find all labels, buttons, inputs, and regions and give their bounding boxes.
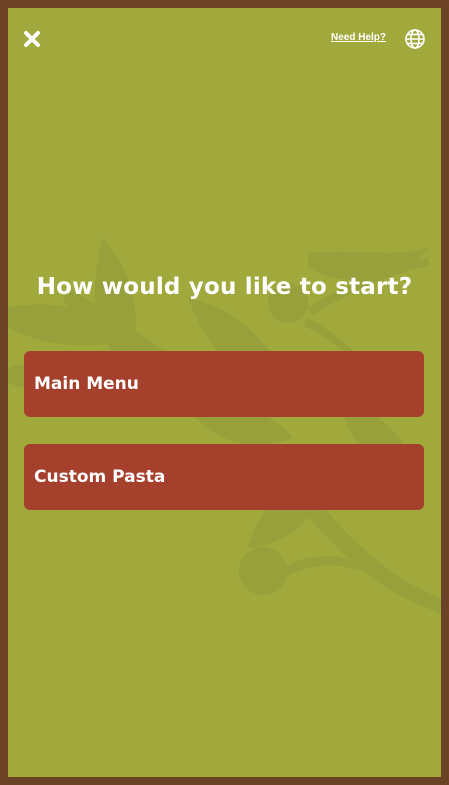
close-x-icon — [24, 31, 40, 47]
need-help-link[interactable]: Need Help? — [331, 32, 386, 43]
kiosk-screen: Need Help? How would you like to start? … — [8, 8, 441, 777]
main-menu-button[interactable]: Main Menu — [24, 351, 424, 417]
main-menu-label: Main Menu — [34, 374, 139, 394]
page-title: How would you like to start? — [36, 274, 413, 300]
custom-pasta-button[interactable]: Custom Pasta — [24, 444, 424, 510]
custom-pasta-label: Custom Pasta — [34, 467, 166, 487]
language-button[interactable] — [404, 28, 426, 50]
globe-icon — [405, 29, 425, 49]
app-frame: Need Help? How would you like to start? … — [0, 0, 449, 785]
close-button[interactable] — [21, 28, 43, 50]
